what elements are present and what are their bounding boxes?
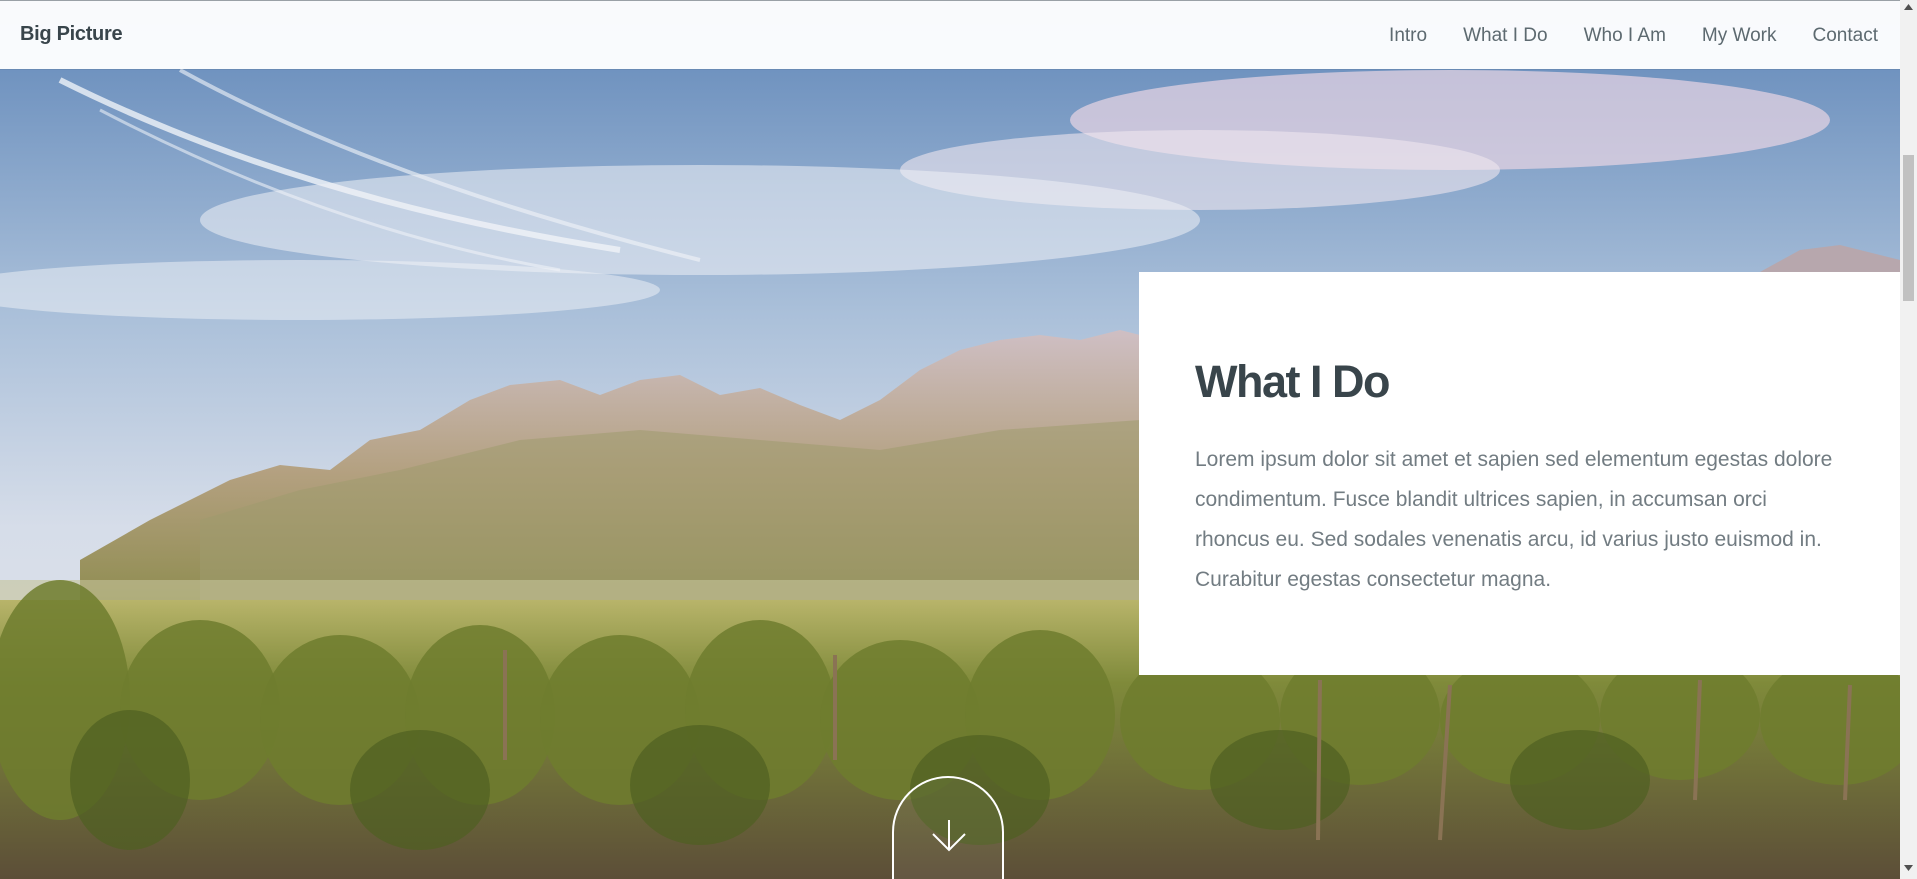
main-nav: Intro What I Do Who I Am My Work Contact [1389,25,1878,47]
page-scrollbar[interactable] [1900,0,1917,879]
brand-logo-link[interactable]: Big Picture [20,23,123,46]
nav-link-who-i-am[interactable]: Who I Am [1584,25,1666,47]
nav-link-my-work[interactable]: My Work [1702,25,1777,47]
scroll-down-arrow-icon[interactable] [1904,865,1913,871]
site-header: Big Picture Intro What I Do Who I Am My … [0,0,1900,69]
what-i-do-panel: What I Do Lorem ipsum dolor sit amet et … [1139,272,1900,675]
nav-link-intro[interactable]: Intro [1389,25,1427,47]
section-title: What I Do [1195,356,1390,407]
nav-link-contact[interactable]: Contact [1813,25,1878,47]
section-body-text: Lorem ipsum dolor sit amet et sapien sed… [1195,448,1833,591]
scroll-up-arrow-icon[interactable] [1904,4,1913,10]
arrow-down-icon [932,820,966,852]
scrollbar-thumb[interactable] [1903,155,1914,301]
scroll-down-button[interactable] [892,776,1004,879]
nav-link-what-i-do[interactable]: What I Do [1463,25,1547,47]
